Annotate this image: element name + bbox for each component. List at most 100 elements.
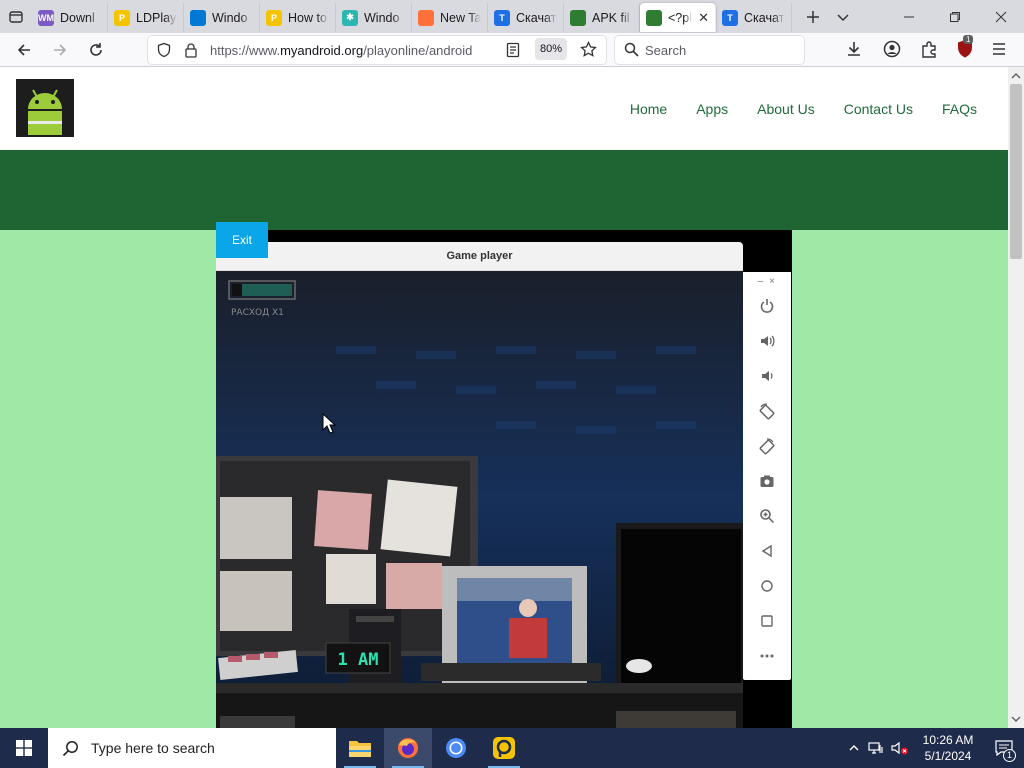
mouse-cursor-icon bbox=[322, 412, 337, 437]
url-prefix: https://www. bbox=[210, 43, 281, 58]
tab-favicon-icon: P bbox=[266, 9, 282, 26]
close-tab-icon[interactable]: ✕ bbox=[698, 10, 709, 26]
clock-time: 10:26 AM bbox=[922, 733, 974, 747]
site-logo[interactable] bbox=[16, 79, 74, 137]
zoom-level-badge[interactable]: 80% bbox=[535, 38, 567, 60]
browser-tab[interactable]: Windo bbox=[184, 3, 260, 32]
windows-taskbar: Type here to search 10:26 AM 5/1/2024 1 bbox=[0, 728, 1024, 768]
firefox-icon[interactable] bbox=[384, 728, 432, 768]
browser-tab[interactable]: P How to bbox=[260, 3, 336, 32]
tab-overflow-chevron-icon[interactable] bbox=[828, 0, 858, 33]
volume-down-icon[interactable] bbox=[755, 364, 779, 388]
restore-icon[interactable] bbox=[932, 0, 978, 33]
chrome-icon[interactable] bbox=[432, 728, 480, 768]
volume-muted-icon[interactable] bbox=[888, 740, 912, 756]
tab-title: New Ta bbox=[440, 10, 481, 25]
reader-view-icon[interactable] bbox=[506, 42, 520, 61]
power-icon[interactable] bbox=[755, 294, 779, 318]
tab-favicon-icon: T bbox=[722, 9, 738, 26]
ldplayer-icon[interactable] bbox=[480, 728, 528, 768]
taskbar-search-placeholder: Type here to search bbox=[91, 740, 215, 756]
tabs: WM Downl P LDPlay Windo P How to ✱ Windo New Ta T С… bbox=[32, 1, 792, 32]
game-screen[interactable]: 1 AM РАСХОД X1 bbox=[216, 271, 743, 728]
hamburger-menu-icon[interactable] bbox=[991, 41, 1007, 60]
reload-icon[interactable] bbox=[78, 33, 114, 67]
browser-tab[interactable]: P LDPlay bbox=[108, 3, 184, 32]
nav-contact-link[interactable]: Contact Us bbox=[844, 101, 913, 117]
close-window-icon[interactable] bbox=[978, 0, 1024, 33]
tab-title: Скачат bbox=[516, 10, 557, 25]
search-icon bbox=[624, 42, 639, 60]
hud-label: РАСХОД X1 bbox=[231, 308, 284, 318]
browser-tab[interactable]: WM Downl bbox=[32, 3, 108, 32]
tab-list-icon[interactable] bbox=[0, 0, 32, 33]
tab-title: APK fil bbox=[592, 10, 630, 25]
ublock-shield-icon[interactable]: 1 bbox=[956, 35, 974, 62]
file-explorer-icon[interactable] bbox=[336, 728, 384, 768]
back-icon[interactable] bbox=[6, 33, 42, 67]
url-domain: myandroid.org bbox=[280, 43, 364, 58]
windows-start-icon[interactable] bbox=[0, 728, 48, 768]
panel-window-controls: –× bbox=[758, 276, 781, 287]
tab-title: Скачат bbox=[744, 10, 785, 25]
system-tray: 10:26 AM 5/1/2024 1 bbox=[844, 728, 1024, 768]
browser-tab[interactable]: <?pl ✕ bbox=[640, 3, 716, 32]
minimize-icon[interactable] bbox=[886, 0, 932, 33]
network-icon[interactable] bbox=[864, 741, 888, 755]
taskbar-search-box[interactable]: Type here to search bbox=[48, 728, 336, 768]
panel-close-icon[interactable]: × bbox=[769, 276, 781, 287]
extensions-icon[interactable] bbox=[920, 40, 938, 61]
tray-overflow-chevron-icon[interactable] bbox=[844, 742, 864, 754]
nav-about-link[interactable]: About Us bbox=[757, 101, 815, 117]
url-text[interactable]: https://www.myandroid.org/playonline/and… bbox=[210, 43, 500, 58]
back-triangle-icon[interactable] bbox=[755, 539, 779, 563]
tab-favicon-icon: P bbox=[114, 9, 130, 26]
camera-icon[interactable] bbox=[755, 469, 779, 493]
zoom-icon[interactable] bbox=[755, 504, 779, 528]
search-field[interactable]: Search bbox=[615, 36, 804, 64]
browser-tab[interactable]: T Скачат bbox=[716, 3, 792, 32]
url-path: /playonline/android bbox=[363, 43, 473, 58]
forward-icon[interactable] bbox=[42, 33, 78, 67]
exit-button[interactable]: Exit bbox=[216, 222, 268, 258]
tab-title: Downl bbox=[60, 10, 95, 25]
nav-home-link[interactable]: Home bbox=[630, 101, 667, 117]
notifications-icon[interactable]: 1 bbox=[984, 728, 1024, 768]
game-player-title: Game player bbox=[446, 250, 513, 262]
tracking-shield-icon[interactable] bbox=[156, 42, 172, 61]
tab-favicon-icon bbox=[418, 9, 434, 26]
account-icon[interactable] bbox=[883, 40, 901, 61]
downloads-icon[interactable] bbox=[845, 40, 863, 61]
browser-tab[interactable]: T Скачат bbox=[488, 3, 564, 32]
volume-up-icon[interactable] bbox=[755, 329, 779, 353]
rotate-right-icon[interactable] bbox=[755, 434, 779, 458]
web-page: Home Apps About Us Contact Us FAQs 1 AM … bbox=[0, 67, 1008, 728]
recents-square-icon[interactable] bbox=[755, 609, 779, 633]
more-icon[interactable] bbox=[755, 644, 779, 668]
alarm-clock-text: 1 AM bbox=[338, 650, 379, 670]
tab-favicon-icon: WM bbox=[38, 9, 54, 26]
rotate-left-icon[interactable] bbox=[755, 399, 779, 423]
nav-apps-link[interactable]: Apps bbox=[696, 101, 728, 117]
taskbar-clock[interactable]: 10:26 AM 5/1/2024 bbox=[912, 732, 984, 764]
tab-favicon-icon bbox=[190, 9, 206, 26]
new-tab-icon[interactable] bbox=[798, 0, 828, 33]
site-header: Home Apps About Us Contact Us FAQs bbox=[0, 67, 1008, 150]
extension-badge: 1 bbox=[963, 35, 974, 44]
browser-tab[interactable]: New Ta bbox=[412, 3, 488, 32]
hero-band bbox=[0, 150, 1008, 230]
tab-favicon-icon: T bbox=[494, 9, 510, 26]
notification-badge: 1 bbox=[1003, 749, 1016, 762]
panel-minimize-icon[interactable]: – bbox=[758, 276, 770, 287]
tab-title: How to bbox=[288, 10, 327, 25]
emulator-side-panel: –× bbox=[743, 272, 791, 680]
browser-tab[interactable]: ✱ Windo bbox=[336, 3, 412, 32]
tab-title: LDPlay bbox=[136, 10, 177, 25]
scrollbar-thumb[interactable] bbox=[1010, 84, 1022, 259]
nav-faqs-link[interactable]: FAQs bbox=[942, 101, 977, 117]
lock-icon[interactable] bbox=[184, 42, 198, 61]
browser-tab[interactable]: APK fil bbox=[564, 3, 640, 32]
home-circle-icon[interactable] bbox=[755, 574, 779, 598]
bookmark-star-icon[interactable] bbox=[580, 40, 597, 61]
screen: WM Downl P LDPlay Windo P How to ✱ Windo New Ta T С… bbox=[0, 0, 1024, 768]
